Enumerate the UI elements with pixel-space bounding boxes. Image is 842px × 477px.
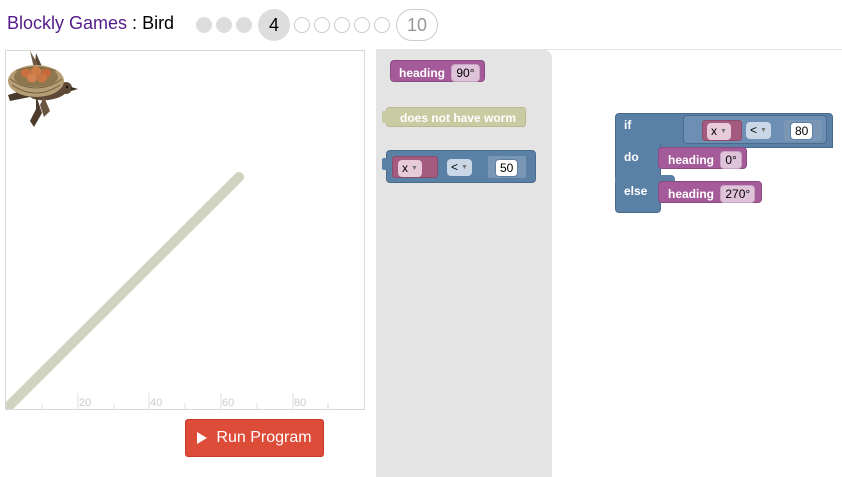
nest-sprite bbox=[8, 65, 64, 97]
heading-angle-field[interactable]: 90° bbox=[451, 64, 480, 82]
current-level-indicator[interactable]: 4 bbox=[258, 9, 290, 41]
last-level-indicator[interactable]: 10 bbox=[396, 9, 438, 41]
level-selector: 4 10 bbox=[196, 8, 442, 42]
level-8-dot[interactable] bbox=[354, 17, 370, 33]
heading-block-label: heading bbox=[399, 66, 446, 80]
compare-variable-block[interactable]: x ▼ bbox=[392, 156, 438, 178]
play-icon bbox=[197, 432, 208, 444]
page-title: Blockly Games : Bird bbox=[7, 13, 174, 34]
toolbox-flyout: heading 90° does not have worm x ▼ < ▼ 50 bbox=[376, 50, 552, 477]
level-7-dot[interactable] bbox=[334, 17, 350, 33]
game-stage: 20 40 60 80 bbox=[5, 50, 365, 410]
level-5-dot[interactable] bbox=[294, 17, 310, 33]
no-worm-label: does not have worm bbox=[400, 111, 517, 125]
compare-number-field[interactable]: 50 bbox=[495, 159, 519, 177]
else-heading-block[interactable]: heading 270° bbox=[658, 181, 762, 203]
condition-operator-dropdown[interactable]: < ▼ bbox=[746, 122, 771, 139]
game-name: Bird bbox=[142, 13, 175, 33]
compare-operator-dropdown[interactable]: < ▼ bbox=[447, 159, 472, 176]
no-worm-connector bbox=[382, 111, 387, 123]
else-label: else bbox=[624, 184, 648, 198]
if-condition-block[interactable]: x ▼ < ▼ 80 bbox=[683, 115, 827, 144]
compare-connector bbox=[382, 158, 387, 170]
level-2-dot[interactable] bbox=[216, 17, 232, 33]
tick-label-60: 60 bbox=[222, 397, 234, 409]
level-3-dot[interactable] bbox=[236, 17, 252, 33]
workspace-if-else-block[interactable]: if do else x ▼ < ▼ 80 heading 0° heading 2… bbox=[615, 113, 833, 213]
toolbox-no-worm-block[interactable]: does not have worm bbox=[386, 107, 526, 127]
toolbox-compare-block[interactable]: x ▼ < ▼ 50 bbox=[386, 150, 536, 183]
wall-line bbox=[6, 172, 244, 409]
level-6-dot[interactable] bbox=[314, 17, 330, 33]
level-9-dot[interactable] bbox=[374, 17, 390, 33]
else-heading-angle-field[interactable]: 270° bbox=[720, 185, 756, 203]
run-program-button[interactable]: Run Program bbox=[185, 419, 324, 457]
compare-variable-dropdown[interactable]: x ▼ bbox=[398, 160, 422, 177]
tick-label-20: 20 bbox=[79, 397, 91, 409]
level-1-dot[interactable] bbox=[196, 17, 212, 33]
tick-label-40: 40 bbox=[150, 397, 162, 409]
else-heading-label: heading bbox=[668, 187, 715, 201]
toolbox-heading-block[interactable]: heading 90° bbox=[390, 60, 485, 82]
condition-variable-block[interactable]: x ▼ bbox=[702, 120, 742, 141]
do-heading-angle-field[interactable]: 0° bbox=[720, 151, 742, 169]
blockly-games-link[interactable]: Blockly Games bbox=[7, 13, 127, 33]
do-label: do bbox=[624, 150, 639, 164]
do-heading-block[interactable]: heading 0° bbox=[658, 147, 747, 169]
do-heading-label: heading bbox=[668, 153, 715, 167]
title-separator: : bbox=[127, 13, 143, 33]
run-program-label: Run Program bbox=[216, 429, 312, 446]
if-label: if bbox=[624, 118, 632, 132]
tick-label-80: 80 bbox=[294, 397, 306, 409]
condition-number-field[interactable]: 80 bbox=[790, 122, 814, 140]
condition-variable-dropdown[interactable]: x ▼ bbox=[707, 123, 731, 140]
